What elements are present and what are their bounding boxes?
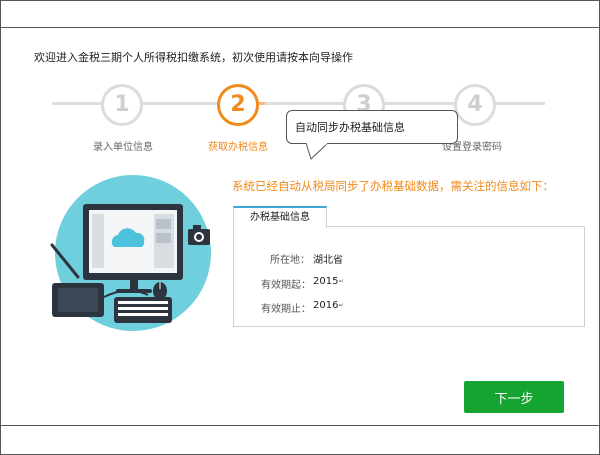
- step-2-label: 获取办税信息: [208, 142, 268, 153]
- tab-base-info[interactable]: 办税基础信息: [233, 206, 327, 228]
- mouse-icon: [153, 282, 167, 300]
- location-value: 湖北省: [313, 255, 343, 266]
- bottom-divider: [0, 425, 600, 426]
- valid-from-label: 有效期起：: [261, 280, 311, 291]
- top-divider: [0, 27, 600, 28]
- welcome-text: 欢迎进入金税三期个人所得税扣缴系统，初次使用请按本向导操作: [34, 51, 353, 64]
- location-label: 所在地：: [270, 255, 310, 266]
- tooltip-callout: 自动同步办税基础信息: [286, 110, 458, 144]
- obscured-area: [343, 240, 579, 322]
- tooltip-tail: [306, 143, 329, 160]
- computer-illustration: [50, 175, 211, 331]
- valid-to-label: 有效期止：: [261, 304, 311, 315]
- next-step-button[interactable]: 下一步: [464, 381, 564, 413]
- step-2-circle: 2: [217, 84, 259, 126]
- sync-notice: 系统已经自动从税局同步了办税基础数据，需关注的信息如下：: [232, 179, 554, 193]
- keyboard-icon: [114, 297, 172, 323]
- tablet-icon: [52, 283, 104, 317]
- step-4-circle: 4: [454, 84, 496, 126]
- tooltip-text: 自动同步办税基础信息: [295, 121, 405, 134]
- step-1-circle: 1: [101, 84, 143, 126]
- step-line-pending: [265, 102, 545, 105]
- step-1-label: 录入单位信息: [93, 142, 153, 153]
